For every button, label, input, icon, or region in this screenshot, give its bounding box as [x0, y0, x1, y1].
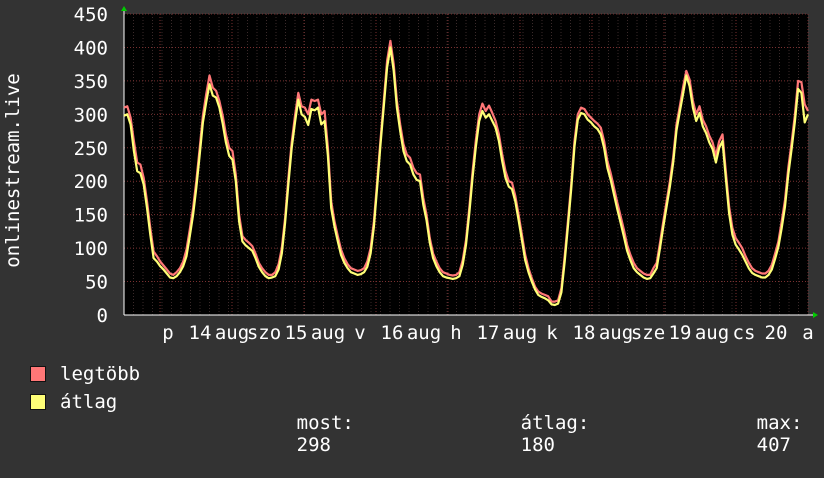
x-tick-label: k [546, 322, 558, 344]
x-tick-label: sze [631, 322, 665, 344]
stat-most-value: 298 [296, 434, 331, 456]
x-tick-label: 17 [477, 322, 500, 344]
y-tick-label: 50 [85, 272, 108, 294]
x-tick-label: 19 [669, 322, 692, 344]
legend-swatch-atlag [30, 394, 46, 410]
x-tick-label: aug [407, 322, 441, 344]
x-tick-label: aug [311, 322, 345, 344]
y-tick-label: 150 [74, 205, 108, 227]
stat-max-value: 407 [756, 434, 791, 456]
stat-max-label: max: [756, 412, 803, 434]
y-tick-label: 300 [74, 104, 108, 126]
y-tick-label: 350 [74, 71, 108, 93]
x-tick-label: a [802, 322, 813, 344]
y-tick-label: 0 [97, 305, 108, 327]
x-tick-label: 14 [189, 322, 212, 344]
x-tick-label: p [162, 322, 173, 344]
x-tick-label: 16 [381, 322, 404, 344]
chart-area: 0 50 100 150 200 250 300 350 400 450 p 14 aug szo 15 au… [0, 0, 824, 456]
line-chart: 050100150200250300350400450p 14 augszo 15 au… [2, 4, 818, 344]
y-axis-arrow [121, 6, 127, 11]
x-tick-label: 18 [573, 322, 596, 344]
x-tick-label: aug [599, 322, 633, 344]
x-tick-label: v [354, 322, 365, 344]
stat-most-label: most: [296, 412, 354, 434]
y-tick-label: 200 [74, 171, 108, 193]
stat-most: most: 298 [228, 390, 354, 478]
legend-label-legtobb: legtöbb [60, 363, 141, 385]
x-tick-label: h [450, 322, 461, 344]
stat-atlag-value: 180 [520, 434, 555, 456]
stat-atlag: átlag: 180 [452, 390, 590, 478]
x-tick-label: 15 [285, 322, 308, 344]
x-tick-label: aug [215, 322, 249, 344]
y-tick-label: 450 [74, 4, 108, 26]
legend-item-atlag: átlag [30, 390, 117, 414]
legend-item-legtobb: legtöbb [30, 362, 140, 386]
legend-label-atlag: átlag [60, 391, 118, 413]
y-axis-label: onlinestream.live [2, 73, 24, 267]
x-tick-label: cs [733, 322, 756, 344]
x-tick-label: aug [695, 322, 729, 344]
x-axis-arrow [813, 312, 818, 318]
stat-atlag-label: átlag: [520, 412, 590, 434]
x-tick-label: aug [503, 322, 537, 344]
legend-swatch-legtobb [30, 366, 46, 382]
x-tick-label: 20 [765, 322, 788, 344]
legend: legtöbb átlag most: 298 átlag: 180 max: … [30, 362, 820, 456]
y-tick-label: 400 [74, 37, 108, 59]
y-tick-label: 100 [74, 238, 108, 260]
x-tick-label: szo [247, 322, 281, 344]
y-tick-label: 250 [74, 138, 108, 160]
stat-max: max: 407 [688, 390, 803, 478]
